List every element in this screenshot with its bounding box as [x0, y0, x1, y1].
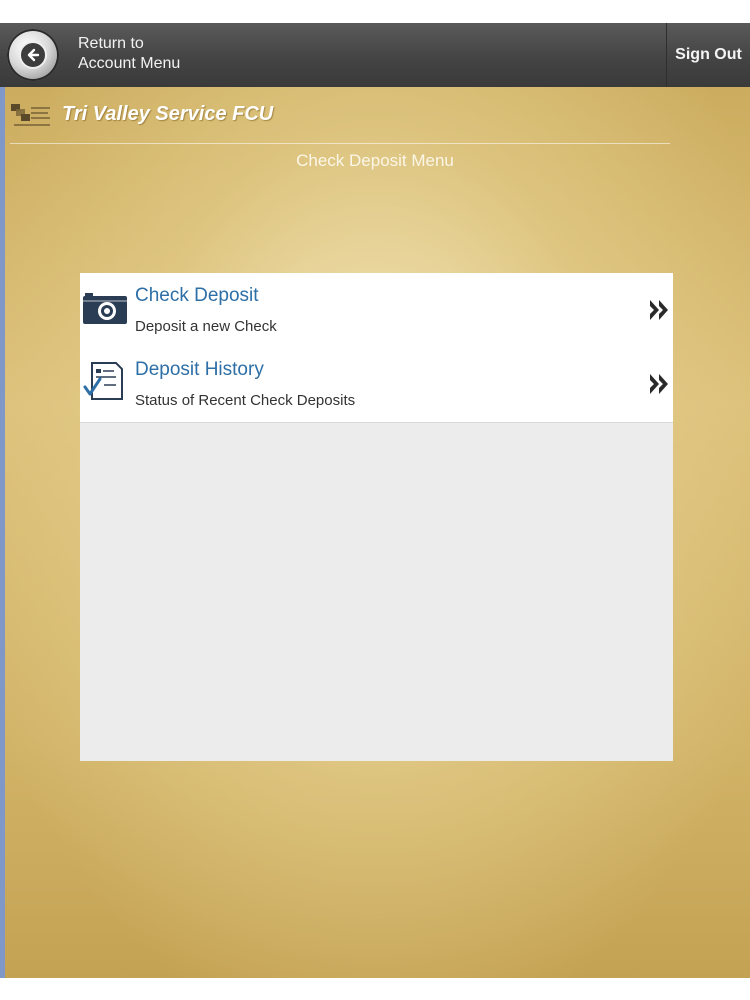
app-frame: Return to Account Menu Sign Out Tri Vall…: [0, 23, 750, 978]
camera-icon: [83, 293, 127, 324]
brand-name: Tri Valley Service FCU: [62, 103, 274, 125]
header-divider: [10, 143, 670, 144]
menu-item-title: Deposit History: [135, 359, 264, 380]
menu-panel: Check Deposit Deposit a new Check Deposi…: [80, 273, 673, 761]
back-button[interactable]: [7, 29, 59, 81]
credit-union-logo-icon: [11, 104, 50, 126]
double-chevron-right-icon: [650, 374, 668, 394]
menu-item-deposit-history[interactable]: Deposit History Status of Recent Check D…: [80, 347, 673, 423]
back-link[interactable]: Return to Account Menu: [78, 34, 208, 74]
back-arrow-icon: [19, 41, 47, 69]
brand-bar: Tri Valley Service FCU: [10, 99, 610, 131]
menu-item-subtitle: Status of Recent Check Deposits: [135, 392, 356, 409]
top-bar: Return to Account Menu Sign Out: [0, 23, 750, 87]
page-title: Check Deposit Menu: [296, 151, 454, 170]
sign-out-button[interactable]: Sign Out: [666, 23, 750, 87]
menu-item-check-deposit[interactable]: Check Deposit Deposit a new Check: [80, 273, 673, 347]
back-label-line1: Return to: [78, 35, 144, 52]
back-label-line2: Account Menu: [78, 55, 181, 72]
document-check-icon: [83, 362, 123, 400]
menu-item-title: Check Deposit: [135, 285, 259, 306]
menu-item-subtitle: Deposit a new Check: [135, 318, 277, 335]
double-chevron-right-icon: [650, 300, 668, 320]
